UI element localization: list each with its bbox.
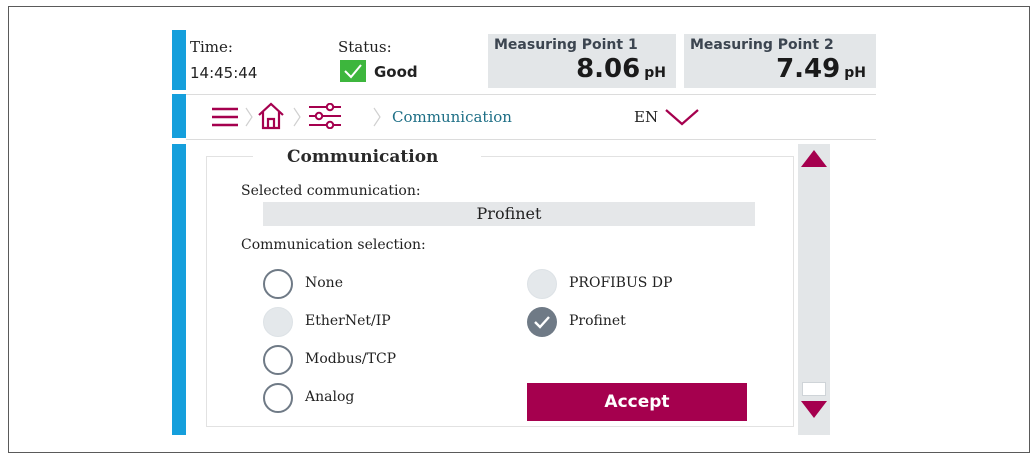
selected-communication-value: Profinet	[263, 202, 755, 226]
radio-button[interactable]	[263, 345, 293, 375]
chevron-right-icon	[244, 106, 254, 132]
status-label: Status:	[338, 38, 392, 56]
time-label: Time:	[190, 38, 233, 56]
selected-communication-label: Selected communication:	[241, 183, 421, 199]
measuring-point-1[interactable]: Measuring Point 1 8.06 pH	[488, 34, 676, 88]
language-selector[interactable]: EN	[634, 108, 658, 126]
scrollbar[interactable]	[798, 144, 830, 435]
breadcrumb-communication[interactable]: Communication	[392, 108, 512, 126]
accept-button[interactable]: Accept	[527, 383, 747, 421]
measuring-point-unit: pH	[844, 65, 866, 81]
measuring-point-name: Measuring Point 1	[494, 37, 638, 53]
radio-button-disabled	[263, 307, 293, 337]
check-icon	[534, 316, 550, 329]
navigation-bar: Communication EN	[186, 94, 876, 140]
radio-button-checked[interactable]	[527, 307, 557, 337]
chevron-right-icon	[292, 106, 302, 132]
radio-button[interactable]	[263, 383, 293, 413]
home-icon[interactable]	[256, 101, 286, 135]
status-header: Time: 14:45:44 Status: Good Measuring Po…	[186, 30, 876, 90]
triangle-down-icon[interactable]	[800, 400, 828, 424]
device-panel: Time: 14:45:44 Status: Good Measuring Po…	[172, 30, 876, 435]
time-value: 14:45:44	[190, 64, 258, 82]
measuring-point-reading: 7.49 pH	[776, 54, 866, 84]
option-label: Profinet	[569, 313, 626, 329]
measuring-point-value: 8.06	[576, 54, 641, 84]
measuring-point-2[interactable]: Measuring Point 2 7.49 pH	[684, 34, 876, 88]
status-side-bar	[172, 30, 186, 90]
status-value: Good	[374, 63, 418, 81]
radio-button-disabled	[527, 269, 557, 299]
settings-sliders-icon[interactable]	[308, 102, 342, 133]
hamburger-menu-icon[interactable]	[210, 105, 240, 133]
chevron-down-icon[interactable]	[662, 106, 702, 132]
measuring-point-unit: pH	[644, 65, 666, 81]
communication-group: Communication Selected communication: Pr…	[206, 147, 794, 427]
option-label: PROFIBUS DP	[569, 275, 673, 291]
measuring-point-reading: 8.06 pH	[576, 54, 666, 84]
option-label: Modbus/TCP	[305, 351, 397, 367]
scrollbar-thumb[interactable]	[802, 382, 826, 396]
option-label: EtherNet/IP	[305, 313, 391, 329]
content-side-bar	[172, 144, 186, 435]
measuring-point-name: Measuring Point 2	[690, 37, 834, 53]
communication-selection-label: Communication selection:	[241, 237, 426, 253]
triangle-up-icon[interactable]	[800, 148, 828, 172]
radio-button[interactable]	[263, 269, 293, 299]
check-icon	[340, 60, 366, 82]
measuring-point-value: 7.49	[776, 54, 841, 84]
option-label: None	[305, 275, 343, 291]
chevron-right-icon	[372, 106, 382, 132]
option-label: Analog	[305, 389, 355, 405]
nav-side-bar	[172, 94, 186, 138]
page-title: Communication	[285, 147, 441, 167]
